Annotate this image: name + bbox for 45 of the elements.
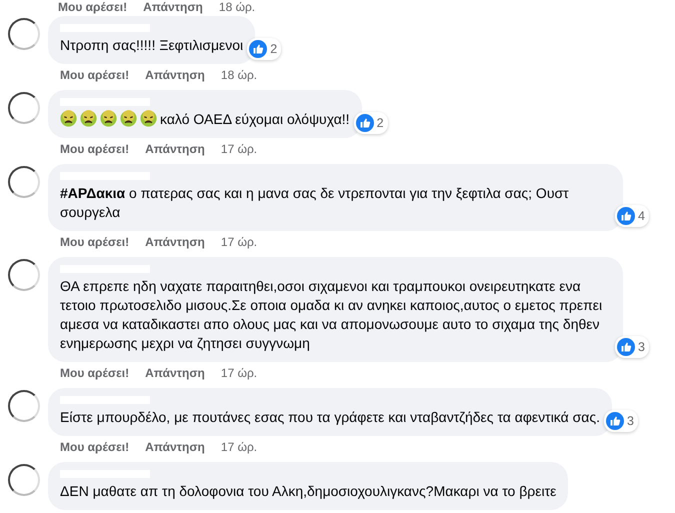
sick-face-icon [140,110,157,127]
reply-link[interactable]: Απάντηση [145,440,205,460]
reaction-count[interactable]: 2 [354,112,388,134]
thumbs-up-icon [356,114,374,132]
timestamp-link[interactable]: 17 ώρ. [220,440,258,460]
reply-link[interactable]: Απάντηση [143,0,203,14]
thumbs-up-icon [617,338,636,356]
avatar-icon[interactable] [8,92,40,124]
timestamp-link[interactable]: 17 ώρ. [220,366,258,386]
like-link[interactable]: Μου αρέσει! [60,142,130,162]
timestamp-link[interactable]: 17 ώρ. [220,142,258,162]
reply-link[interactable]: Απάντηση [145,366,205,386]
avatar-icon[interactable] [8,18,40,50]
reaction-count[interactable]: 4 [615,205,649,227]
comment-text: Είστε μπουρδέλο, με πουτάνες εσας που τα γράφετε και νταβαντζήδες τα αφεντικά σας. [60,409,600,425]
reply-link[interactable]: Απάντηση [145,142,205,162]
thumbs-up-icon [249,40,268,58]
comment-text: Ντροπη σας!!!!! Ξεφτιλισμενοι [60,37,244,53]
avatar-icon[interactable] [8,166,40,198]
timestamp-link[interactable]: 18 ώρ. [220,68,258,88]
reply-link[interactable]: Απάντηση [145,235,205,255]
like-link[interactable]: Μου αρέσει! [58,0,128,14]
avatar-icon[interactable] [8,464,40,496]
timestamp-link[interactable]: 17 ώρ. [220,235,258,255]
sick-face-icon [100,110,117,127]
avatar-icon[interactable] [8,390,40,422]
like-link[interactable]: Μου αρέσει! [60,440,130,460]
timestamp-link[interactable]: 18 ώρ. [218,0,256,14]
comment-text: #ΑΡΔακια ο πατερας σας και η μανα σας δε ντρεπονται για την ξεφτιλα σας; Ουστ σουργελα [60,185,569,220]
reaction-count[interactable]: 3 [604,410,638,432]
avatar-icon[interactable] [8,259,40,291]
comment-text: ΔΕΝ μαθατε απ τη δολοφονια του Αλκη,δημοσιοχουλιγκανς?Μακαρι να το βρειτε [60,483,556,499]
thumbs-up-icon [617,207,636,225]
sick-face-icon [80,110,97,127]
thumbs-up-icon [606,412,624,430]
reaction-count[interactable]: 2 [247,38,282,60]
reply-link[interactable]: Απάντηση [145,68,205,88]
like-link[interactable]: Μου αρέσει! [60,366,130,386]
sick-face-icon [60,110,77,127]
sick-face-icon [120,110,137,127]
comment-text: ΘΑ επρεπε ηδη ναχατε παραιτηθει,οσοι σιχαμενοι και τραμπουκοι ονειρευτηκατε ενα τετοιο πρωτοσελιδο μισους.Σε οποια ομαδα κι αν ανηκει καποιος,αυτος ο εμετος πρεπει αμεσα να καταδικαστει απο ολους μας και να απομονωσουμε αυτο το σιχαμα της δηθεν ενημερωσης μεχρι να ζητησει συγγνωμη [60,278,602,351]
like-link[interactable]: Μου αρέσει! [60,68,130,88]
comment-text: καλό ΟΑΕΔ εύχομαι ολόψυχα!! [160,111,350,127]
like-link[interactable]: Μου αρέσει! [60,235,130,255]
reaction-count[interactable]: 3 [615,336,649,358]
